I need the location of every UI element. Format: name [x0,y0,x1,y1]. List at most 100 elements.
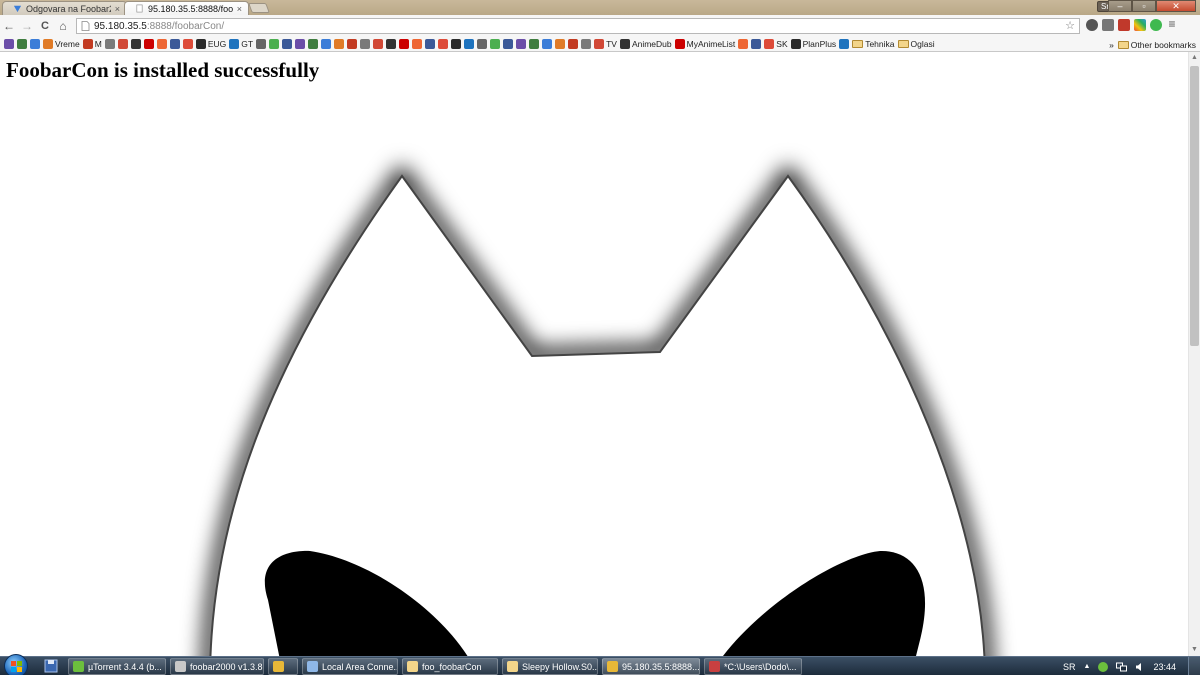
bookmark-item[interactable] [581,39,592,49]
bookmark-item[interactable]: GT [229,39,253,49]
reload-button[interactable]: C [36,20,54,32]
vertical-scrollbar[interactable]: ▲ ▼ [1188,52,1200,656]
bookmark-item[interactable] [412,39,423,49]
bookmark-item[interactable] [555,39,566,49]
bookmark-item[interactable] [169,39,180,49]
scroll-up-icon[interactable]: ▲ [1189,52,1200,64]
network-icon[interactable] [1116,662,1128,672]
bookmark-item[interactable] [542,39,553,49]
home-button[interactable]: ⌂ [54,19,72,33]
colorful-extension-icon[interactable] [1134,19,1146,31]
site-favicon-icon [412,39,423,49]
bookmark-item[interactable]: Tehnika [852,39,895,49]
green-extension-icon[interactable] [1150,19,1162,31]
taskbar-item[interactable] [268,658,298,675]
taskbar-item[interactable]: *C:\Users\Dodo\... [704,658,802,675]
scroll-thumb[interactable] [1190,66,1199,346]
maximize-button[interactable]: ▫ [1132,0,1156,12]
taskbar-item[interactable]: Sleepy Hollow.S0... [502,658,598,675]
bookmark-item[interactable] [516,39,527,49]
bookmark-item[interactable]: AnimeDub [619,39,672,49]
tab-close-icon[interactable]: × [237,4,242,14]
bookmark-item[interactable]: TV [594,39,617,49]
utorrent-tray-icon[interactable] [1098,661,1109,672]
bookmark-item[interactable] [256,39,267,49]
site-favicon-icon [386,39,397,49]
gear-extension-icon[interactable] [1102,19,1114,31]
forward-button[interactable]: → [18,19,36,33]
new-tab-button[interactable] [248,3,270,13]
bookmark-item[interactable] [503,39,514,49]
bookmark-item[interactable] [529,39,540,49]
start-button[interactable] [4,654,28,675]
clock[interactable]: 23:44 [1153,662,1176,672]
bookmark-item[interactable] [295,39,306,49]
menu-icon[interactable]: ≡ [1166,18,1178,31]
bookmark-item[interactable] [738,39,749,49]
taskbar-item[interactable]: foobar2000 v1.3.8 [170,658,264,675]
bookmark-item[interactable] [117,39,128,49]
bookmark-item[interactable] [269,39,280,49]
bookmark-item[interactable]: EUG [195,39,226,49]
other-bookmarks-folder[interactable]: Other bookmarks [1117,40,1196,50]
tray-expand-icon[interactable]: ▲ [1084,663,1091,670]
bookmark-item[interactable] [425,39,436,49]
tab-foobarcon[interactable]: 95.180.35.5:8888/foob × [124,1,249,15]
bookmark-item[interactable] [334,39,345,49]
site-favicon-icon [477,39,488,49]
more-bookmarks-button[interactable]: » [1109,40,1114,50]
bookmark-item[interactable] [17,39,27,49]
bookmark-item[interactable] [399,39,410,49]
taskbar-item-label: Local Area Conne... [322,661,398,672]
back-button[interactable]: ← [0,19,18,33]
bookmark-label: M [94,39,102,49]
volume-icon[interactable] [1135,662,1145,672]
bookmark-item[interactable] [386,39,397,49]
bookmark-item[interactable] [568,39,579,49]
taskbar-item[interactable]: foo_foobarCon [402,658,498,675]
bookmark-item[interactable] [143,39,154,49]
bookmark-item[interactable] [751,39,762,49]
tab-close-icon[interactable]: × [115,4,120,14]
bookmark-item[interactable] [839,39,850,49]
bookmark-item[interactable]: SK [764,39,788,49]
show-desktop-button[interactable] [1188,657,1200,675]
bookmark-item[interactable]: MyAnimeList [674,39,735,49]
bookmark-item[interactable] [451,39,462,49]
bookmark-item[interactable] [373,39,384,49]
bookmark-item[interactable]: Vreme [43,39,80,49]
bookmark-item[interactable] [282,39,293,49]
bookmark-item[interactable] [130,39,141,49]
bookmark-item[interactable] [477,39,488,49]
address-bar[interactable]: 95.180.35.5:8888/foobarCon/ ☆ [76,18,1080,34]
ublock-icon[interactable] [1118,19,1130,31]
taskbar-item[interactable]: Local Area Conne... [302,658,398,675]
steering-wheel-icon[interactable] [1086,19,1098,31]
close-window-button[interactable]: ✕ [1156,0,1196,12]
bookmark-item[interactable]: M [82,39,102,49]
save-disk-icon[interactable] [44,659,58,673]
bookmark-item[interactable] [182,39,193,49]
minimize-button[interactable]: – [1108,0,1132,12]
bookmark-item[interactable] [321,39,332,49]
taskbar-item[interactable]: 95.180.35.5:8888... [602,658,700,675]
language-indicator[interactable]: SR [1063,662,1076,672]
bookmark-item[interactable] [490,39,501,49]
app-icon [709,661,720,672]
taskbar-item[interactable]: µTorrent 3.4.4 (b... [68,658,166,675]
bookmark-star-icon[interactable]: ☆ [1065,19,1075,32]
bookmark-item[interactable] [156,39,167,49]
bookmark-item[interactable] [347,39,358,49]
tab-odgovara[interactable]: Odgovara na Foobar2 × [2,1,127,15]
bookmark-item[interactable] [360,39,371,49]
bookmark-item[interactable] [4,39,14,49]
bookmark-item[interactable]: PlanPlus [790,39,836,49]
bookmark-item[interactable] [308,39,319,49]
bookmark-item[interactable] [104,39,115,49]
url-host: 95.180.35.5 [94,20,147,32]
bookmark-item[interactable] [438,39,449,49]
bookmark-item[interactable]: Oglasi [897,39,935,49]
bookmark-item[interactable] [30,39,40,49]
bookmark-item[interactable] [464,39,475,49]
scroll-down-icon[interactable]: ▼ [1189,644,1200,656]
